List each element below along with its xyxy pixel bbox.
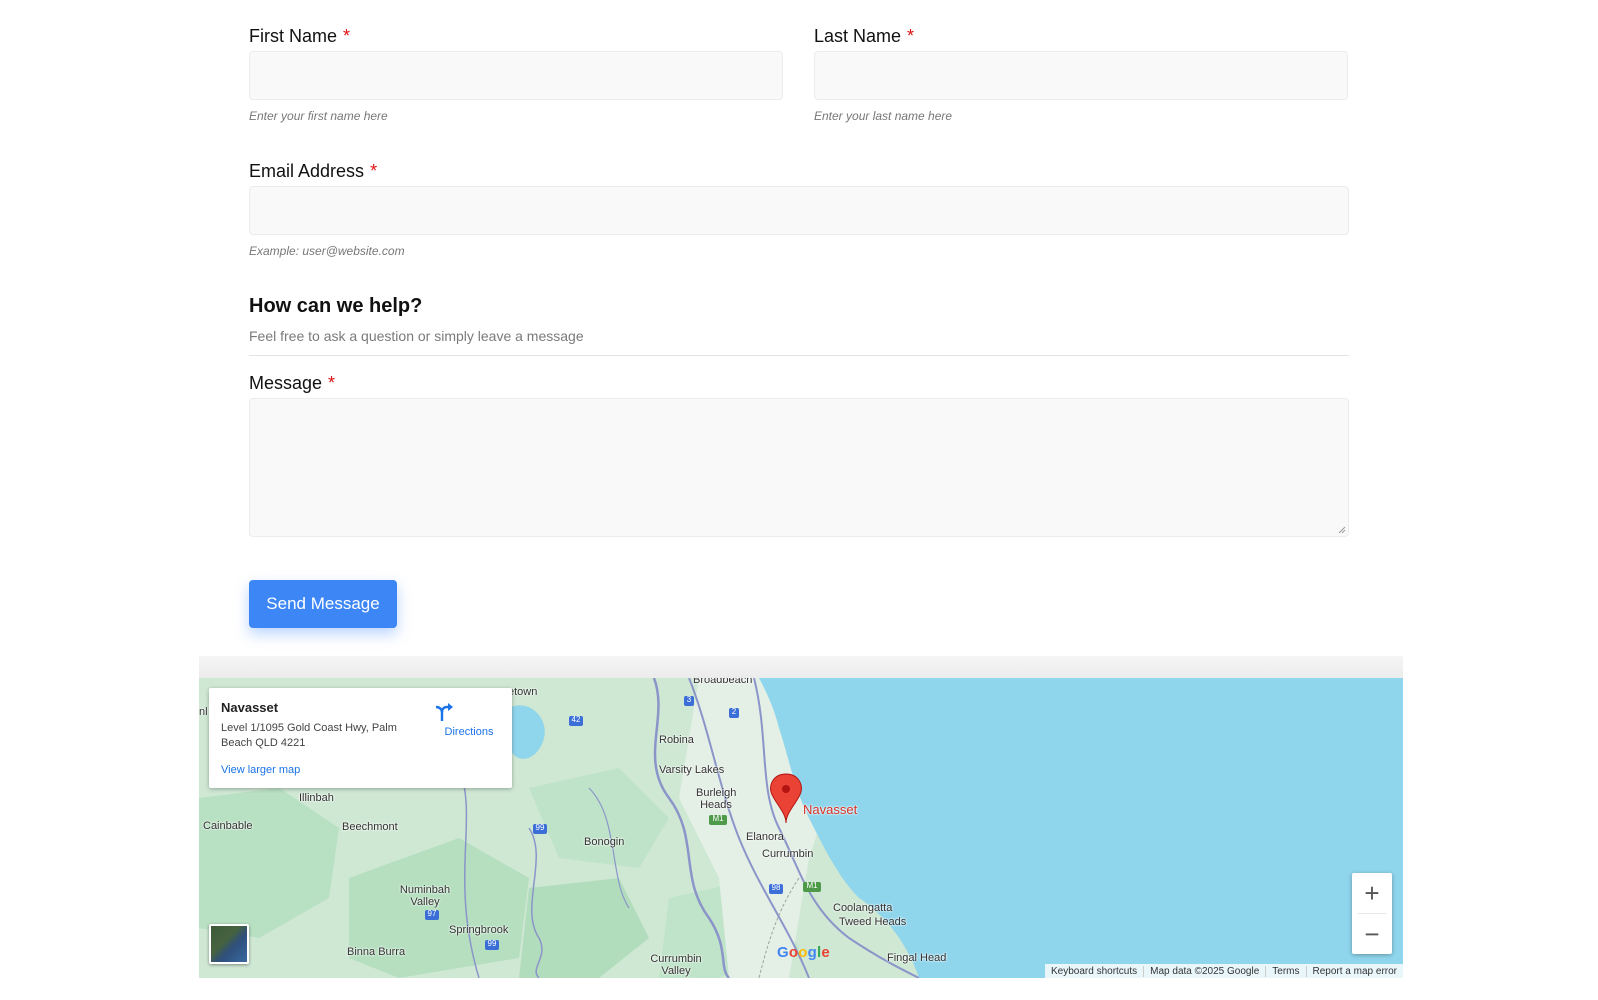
- road-shield-label: 98: [771, 883, 781, 892]
- road-shield-label: 3: [686, 695, 692, 704]
- directions-icon: [435, 703, 453, 721]
- embedded-map[interactable]: 3 2 42 M1 99 98 M1 97 99 Broadbeach etow…: [199, 678, 1403, 978]
- place-info-card: Navasset Level 1/1095 Gold Coast Hwy, Pa…: [209, 688, 512, 788]
- zoom-control: + −: [1352, 873, 1392, 954]
- directions-label: Directions: [444, 726, 494, 738]
- map-data-credit: Map data ©2025 Google: [1144, 965, 1267, 977]
- send-message-button[interactable]: Send Message: [249, 580, 397, 628]
- email-label: Email Address *: [249, 161, 377, 182]
- keyboard-shortcuts-link[interactable]: Keyboard shortcuts: [1045, 965, 1145, 977]
- place-label: Illinbah: [299, 792, 334, 804]
- road-shield-label: M1: [806, 881, 818, 890]
- place-label: Coolangatta: [833, 902, 893, 914]
- first-name-input[interactable]: [249, 51, 783, 100]
- place-label: Broadbeach: [693, 678, 753, 686]
- place-address: Level 1/1095 Gold Coast Hwy, Palm Beach …: [221, 722, 397, 749]
- last-name-input[interactable]: [814, 51, 1348, 100]
- road-shield-label: M1: [712, 814, 724, 823]
- place-label: Currumbin Valley: [650, 953, 702, 977]
- road-shield-label: 97: [427, 909, 437, 918]
- road-shield-label: 99: [535, 823, 545, 832]
- first-name-label-text: First Name: [249, 26, 338, 46]
- pin-label[interactable]: Navasset: [803, 802, 857, 817]
- email-label-text: Email Address: [249, 161, 365, 181]
- report-map-error-link[interactable]: Report a map error: [1307, 966, 1403, 977]
- place-label: Bonogin: [584, 836, 625, 848]
- place-label: Tweed Heads: [839, 916, 907, 928]
- email-input[interactable]: [249, 186, 1349, 235]
- required-mark: *: [370, 161, 378, 181]
- place-label: Beechmont: [342, 821, 398, 833]
- required-mark: *: [907, 26, 915, 46]
- map-attribution-bar: Keyboard shortcuts Map data ©2025 Google…: [1044, 964, 1403, 978]
- place-name: Navasset: [221, 700, 279, 715]
- directions-button[interactable]: Directions: [433, 700, 505, 746]
- place-label: etown: [508, 686, 538, 698]
- place-label: Numinbah Valley: [399, 884, 451, 908]
- place-label: Varsity Lakes: [659, 764, 725, 776]
- first-name-label: First Name *: [249, 26, 350, 47]
- view-larger-map-link[interactable]: View larger map: [221, 764, 300, 776]
- place-label: Cainbable: [203, 820, 253, 832]
- resize-grip-icon[interactable]: [1338, 526, 1346, 534]
- place-label: Elanora: [746, 831, 784, 843]
- road-shield-label: 99: [487, 939, 497, 948]
- road-shield-label: 2: [731, 707, 737, 716]
- last-name-label: Last Name *: [814, 26, 914, 47]
- last-name-hint: Enter your last name here: [814, 109, 953, 123]
- message-label-text: Message: [249, 373, 323, 393]
- place-label: Springbrook: [449, 924, 509, 936]
- required-mark: *: [343, 26, 351, 46]
- place-label: Fingal Head: [887, 952, 947, 964]
- place-label: Robina: [659, 734, 694, 746]
- first-name-hint: Enter your first name here: [249, 109, 388, 123]
- section-divider: [249, 355, 1349, 356]
- terms-link[interactable]: Terms: [1266, 965, 1307, 977]
- zoom-in-button[interactable]: +: [1352, 873, 1392, 913]
- required-mark: *: [328, 373, 336, 393]
- place-label: Burleigh Heads: [696, 787, 737, 811]
- map-top-band: [199, 656, 1403, 678]
- place-label: Currumbin: [762, 848, 814, 860]
- email-hint: Example: user@website.com: [249, 244, 405, 258]
- satellite-layer-toggle[interactable]: [209, 924, 249, 964]
- message-textarea[interactable]: [249, 398, 1349, 537]
- section-title: How can we help?: [249, 295, 423, 317]
- place-label: nl: [199, 706, 208, 718]
- last-name-label-text: Last Name: [814, 26, 902, 46]
- section-subtitle: Feel free to ask a question or simply le…: [249, 328, 584, 344]
- google-logo: Google: [777, 944, 830, 961]
- place-label: Binna Burra: [347, 946, 406, 958]
- zoom-out-button[interactable]: −: [1352, 914, 1392, 954]
- message-label: Message *: [249, 373, 335, 394]
- road-shield-label: 42: [571, 715, 581, 724]
